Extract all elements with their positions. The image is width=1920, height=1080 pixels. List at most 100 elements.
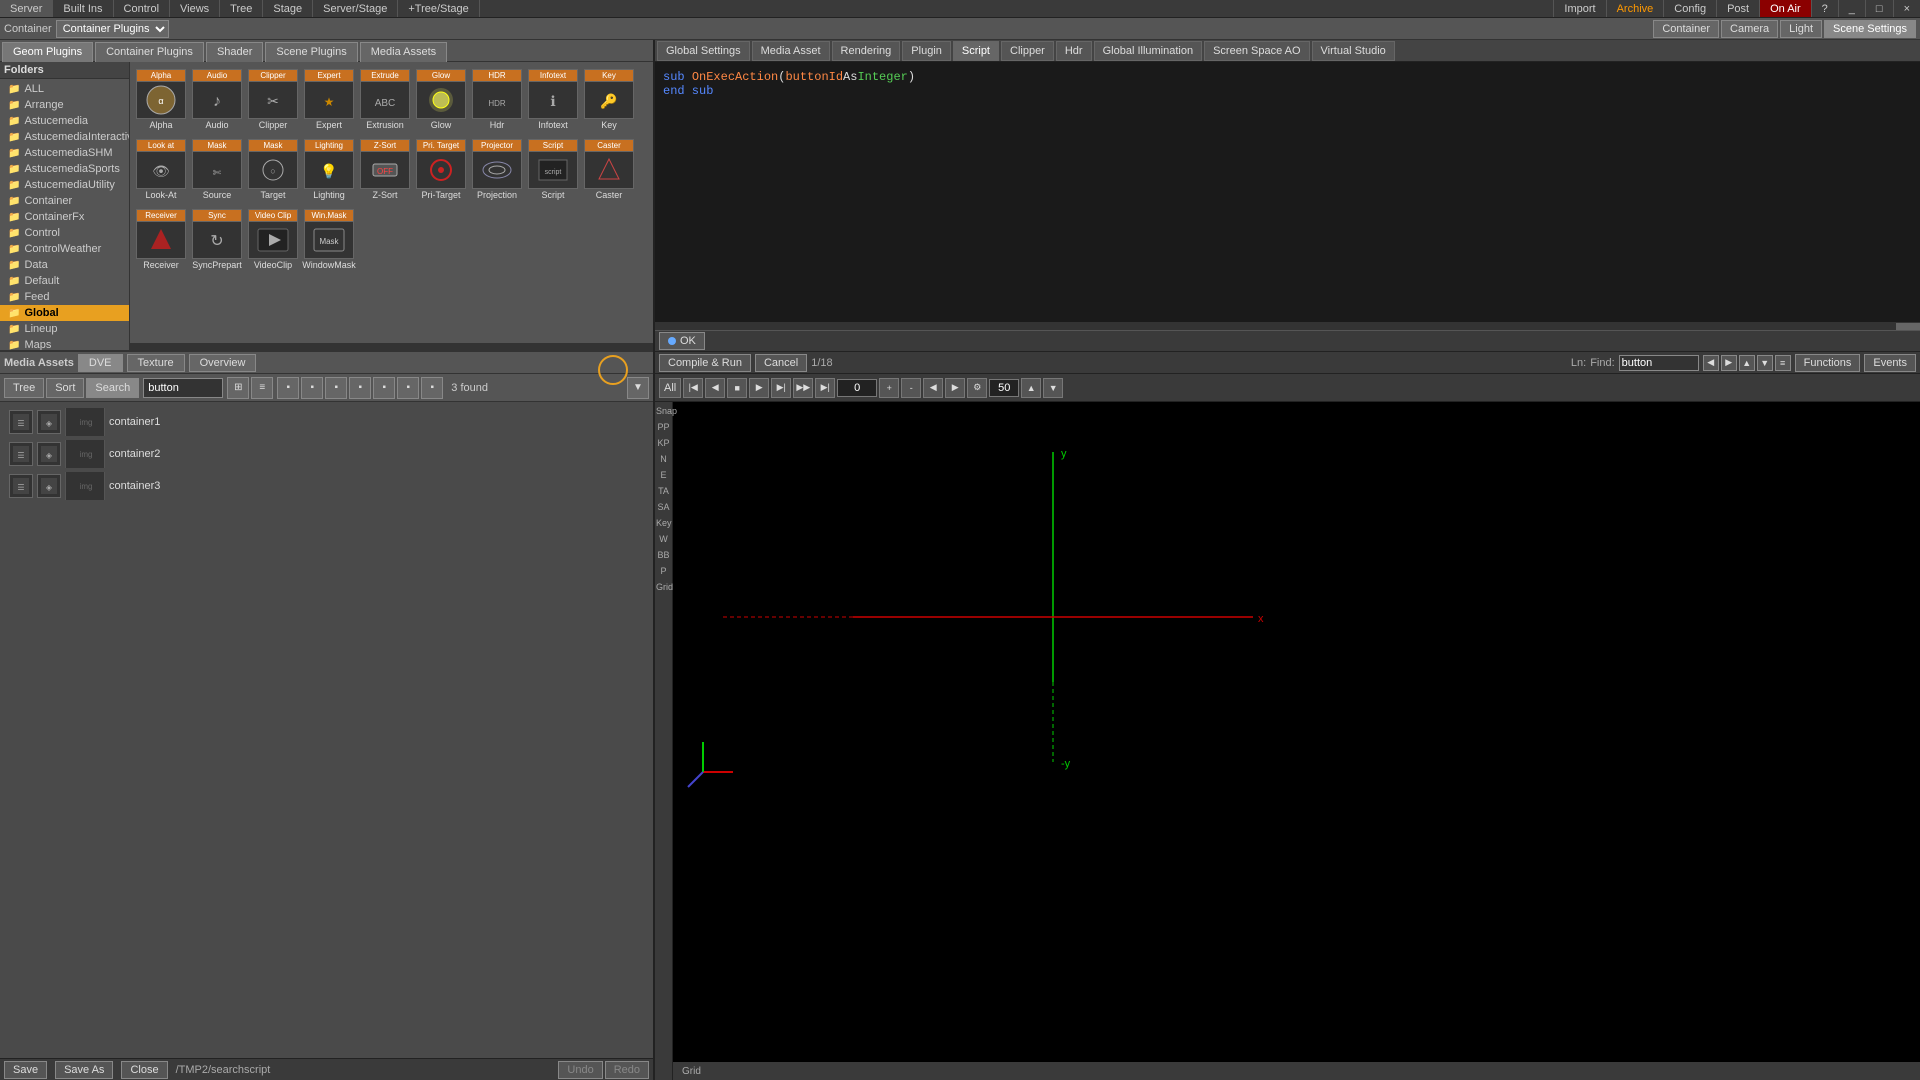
folder-control[interactable]: 📁Control [0,225,129,241]
folder-maps[interactable]: 📁Maps [0,337,129,350]
events-button[interactable]: Events [1864,354,1916,372]
plugin-extrude[interactable]: Extrude ABC Extrusion [358,66,412,134]
plugin-sync[interactable]: Sync ↻ SyncPrepart [190,206,244,274]
menu-control[interactable]: Control [114,0,170,17]
ma-tab-overview[interactable]: Overview [189,354,257,372]
find-up-button[interactable]: ▲ [1739,355,1755,371]
view-btn-1[interactable]: ▪ [277,377,299,399]
plugin-zsort[interactable]: Z-Sort OFF Z-Sort [358,136,412,204]
save-as-button[interactable]: Save As [55,1061,113,1079]
menu-stage[interactable]: Stage [263,0,313,17]
rtab-plugin[interactable]: Plugin [902,41,951,61]
kp-label[interactable]: KP [655,436,672,450]
anim-stop-sq[interactable]: ■ [727,378,747,398]
rtab-virtual[interactable]: Virtual Studio [1312,41,1395,61]
menu-tree[interactable]: Tree [220,0,263,17]
p-label[interactable]: P [655,564,672,578]
rtab-screenspace[interactable]: Screen Space AO [1204,41,1309,61]
code-editor[interactable]: sub OnExecAction ( buttonId As Integer )… [655,62,1920,322]
find-down-button[interactable]: ▼ [1757,355,1773,371]
rtab-media[interactable]: Media Asset [752,41,830,61]
menu-help[interactable]: ? [1811,0,1838,17]
rtab-clipper[interactable]: Clipper [1001,41,1054,61]
ok-button[interactable]: OK [659,332,705,350]
ptab-shader[interactable]: Shader [206,42,263,62]
plugin-key[interactable]: Key 🔑 Key [582,66,636,134]
tab-light[interactable]: Light [1780,20,1822,38]
menu-builtins[interactable]: Built Ins [53,0,113,17]
plugin-videoclip[interactable]: Video Clip VideoClip [246,206,300,274]
plugin-expert[interactable]: Expert ★ Expert [302,66,356,134]
menu-close[interactable]: × [1893,0,1920,17]
view-btn-5[interactable]: ▪ [373,377,395,399]
menu-minimize[interactable]: _ [1838,0,1865,17]
menu-archive[interactable]: Archive [1606,0,1664,17]
plugin-lighting[interactable]: Lighting 💡 Lighting [302,136,356,204]
container-dropdown[interactable]: Container Plugins [56,20,169,38]
folder-arrange[interactable]: 📁Arrange [0,97,129,113]
plugin-winmask[interactable]: Win.Mask Mask WindowMask [302,206,356,274]
rtab-global-illum[interactable]: Global Illumination [1094,41,1203,61]
undo-button[interactable]: Undo [558,1061,602,1079]
settings-btn[interactable]: ▼ [627,377,649,399]
view-btn-7[interactable]: ▪ [421,377,443,399]
view-btn-3[interactable]: ▪ [325,377,347,399]
icon-btn-1[interactable]: ⊞ [227,377,249,399]
anim-play[interactable]: ▶ [749,378,769,398]
search-input[interactable] [143,378,223,398]
view-btn-2[interactable]: ▪ [301,377,323,399]
e-label[interactable]: E [655,468,672,482]
close-button[interactable]: Close [121,1061,167,1079]
plugin-audio[interactable]: Audio ♪ Audio [190,66,244,134]
plugin-infotext[interactable]: Infotext ℹ Infotext [526,66,580,134]
plugin-projector[interactable]: Projector Projection [470,136,524,204]
save-button[interactable]: Save [4,1061,47,1079]
pp-label[interactable]: PP [655,420,672,434]
geom-scrollbar-h[interactable] [130,342,653,350]
plugin-alpha[interactable]: Alpha α Alpha [134,66,188,134]
folder-data[interactable]: 📁Data [0,257,129,273]
ta-label[interactable]: TA [655,484,672,498]
ptab-scene[interactable]: Scene Plugins [265,42,357,62]
asset-row-2[interactable]: ☰ ◈ img container2 [4,438,649,470]
folder-feed[interactable]: 📁Feed [0,289,129,305]
search-button[interactable]: Search [86,378,139,398]
functions-button[interactable]: Functions [1795,354,1861,372]
anim-speed-up[interactable]: ▲ [1021,378,1041,398]
icon-btn-2[interactable]: ≡ [251,377,273,399]
folder-astucemedia-utility[interactable]: 📁AstucemediaUtility [0,177,129,193]
folder-default[interactable]: 📁Default [0,273,129,289]
sort-button[interactable]: Sort [46,378,84,398]
anim-play-end[interactable]: ▶| [771,378,791,398]
rtab-hdr[interactable]: Hdr [1056,41,1092,61]
plugin-hdr[interactable]: HDR HDR Hdr [470,66,524,134]
snap-label[interactable]: Snap [655,404,672,418]
tree-button[interactable]: Tree [4,378,44,398]
view-btn-6[interactable]: ▪ [397,377,419,399]
redo-button[interactable]: Redo [605,1061,649,1079]
plugin-lookat[interactable]: Look at 👁 Look-At [134,136,188,204]
anim-prev[interactable]: ◀ [705,378,725,398]
asset-row-1[interactable]: ☰ ◈ img container1 [4,406,649,438]
w-label[interactable]: W [655,532,672,546]
menu-views[interactable]: Views [170,0,220,17]
plugin-script[interactable]: Script script Script [526,136,580,204]
asset-row-3[interactable]: ☰ ◈ img container3 [4,470,649,502]
ptab-container[interactable]: Container Plugins [95,42,204,62]
editor-scrollbar[interactable] [655,322,1920,330]
menu-serverstage[interactable]: Server/Stage [313,0,398,17]
menu-maximize[interactable]: □ [1865,0,1893,17]
plugin-clipper[interactable]: Clipper ✂ Clipper [246,66,300,134]
ma-tab-texture[interactable]: Texture [127,354,185,372]
folder-controlweather[interactable]: 📁ControlWeather [0,241,129,257]
menu-server[interactable]: Server [0,0,53,17]
sa-label[interactable]: SA [655,500,672,514]
n-label[interactable]: N [655,452,672,466]
rtab-script[interactable]: Script [953,41,999,61]
anim-next[interactable]: ▶▶ [793,378,813,398]
ptab-geom[interactable]: Geom Plugins [2,42,93,62]
anim-del-key[interactable]: - [901,378,921,398]
menu-config[interactable]: Config [1663,0,1716,17]
anim-key-next[interactable]: ▶ [945,378,965,398]
menu-onair[interactable]: On Air [1759,0,1811,17]
